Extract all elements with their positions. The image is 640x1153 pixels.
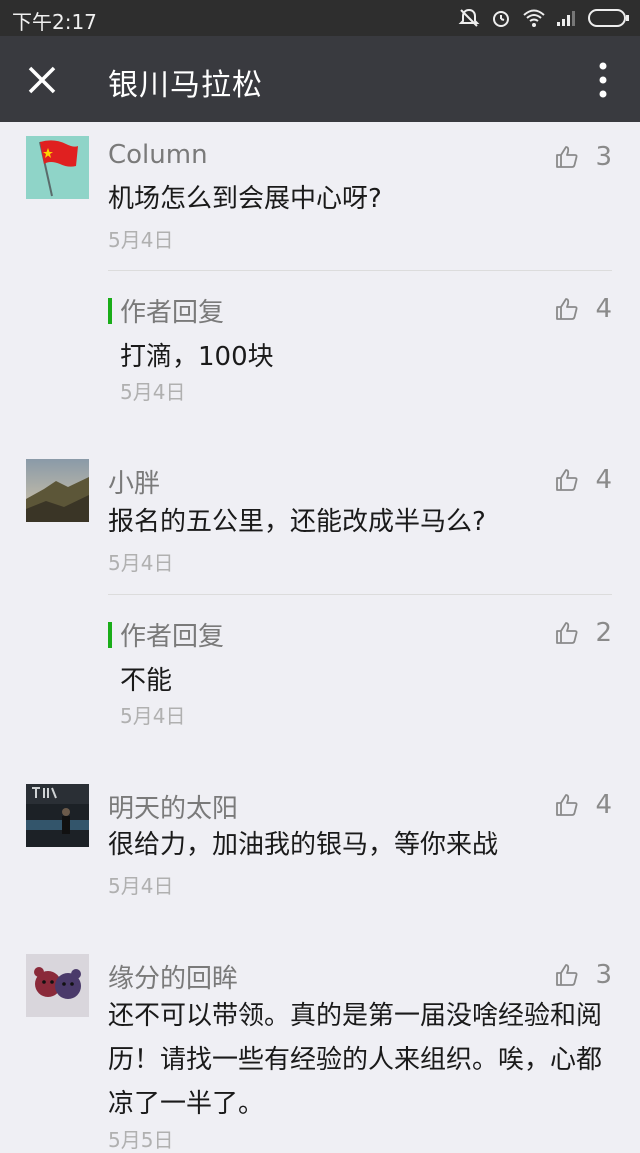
- mountain-avatar-icon: [26, 459, 89, 522]
- like-count: 3: [595, 142, 612, 172]
- reply-label: 作者回复: [108, 292, 224, 329]
- reply-label-text: 作者回复: [120, 298, 225, 328]
- reply-label: 作者回复: [108, 616, 224, 653]
- like-button[interactable]: 4: [555, 790, 612, 820]
- status-time: 下午2:17: [12, 10, 97, 34]
- divider: [108, 270, 612, 271]
- avatar[interactable]: [26, 784, 89, 847]
- page-title: 银川马拉松: [108, 68, 263, 103]
- thumbs-up-icon: [556, 298, 578, 320]
- avatar[interactable]: [26, 954, 89, 1017]
- reply-accent-bar: [108, 297, 112, 324]
- more-menu-button[interactable]: [588, 58, 618, 102]
- comment-date: 5月4日: [108, 228, 174, 252]
- thumbs-up-icon: [556, 964, 578, 986]
- wifi-icon: [523, 9, 545, 27]
- alarm-icon: [493, 11, 509, 27]
- divider: [108, 594, 612, 595]
- comment-date: 5月4日: [108, 874, 174, 898]
- like-button[interactable]: 4: [555, 465, 612, 495]
- photo-avatar-icon: [26, 784, 89, 847]
- comment-text: 报名的五公里，还能改成半马么?: [108, 507, 486, 537]
- like-count: 4: [595, 294, 612, 324]
- like-count: 2: [595, 618, 612, 648]
- like-button[interactable]: 3: [555, 142, 612, 172]
- comment-date: 5月5日: [108, 1128, 174, 1152]
- mute-notification-icon: [458, 8, 480, 27]
- more-vertical-icon: [599, 62, 607, 98]
- reply-label-text: 作者回复: [120, 622, 225, 652]
- status-bar: 下午2:17: [0, 0, 640, 36]
- title-bar: 银川马拉松: [0, 36, 640, 122]
- comment-author[interactable]: 明天的太阳: [108, 788, 238, 825]
- like-button[interactable]: 3: [555, 960, 612, 990]
- avatar[interactable]: [26, 459, 89, 522]
- comment-text: 很给力，加油我的银马，等你来战: [108, 830, 499, 860]
- battery-icon: [588, 9, 629, 27]
- reply-like-button[interactable]: 2: [555, 618, 612, 648]
- reply-accent-bar: [108, 621, 112, 648]
- signal-icon: [557, 11, 575, 26]
- reply-date: 5月4日: [120, 704, 186, 728]
- thumbs-up-icon: [556, 146, 578, 168]
- status-icons: [458, 7, 630, 29]
- avatar[interactable]: [26, 136, 89, 199]
- close-icon: [28, 66, 56, 94]
- comment-date: 5月4日: [108, 551, 174, 575]
- teddy-bear-avatar-icon: [26, 954, 89, 1017]
- comment-text: 还不可以带领。真的是第一届没啥经验和阅历！请找一些有经验的人来组织。唉，心都凉了…: [108, 1001, 603, 1119]
- reply-text: 不能: [120, 666, 173, 696]
- comment-text: 机场怎么到会展中心呀?: [108, 184, 382, 214]
- thumbs-up-icon: [556, 794, 578, 816]
- comment-author[interactable]: 缘分的回眸: [108, 958, 238, 995]
- thumbs-up-icon: [556, 622, 578, 644]
- reply-like-button[interactable]: 4: [555, 294, 612, 324]
- reply-date: 5月4日: [120, 380, 186, 404]
- close-button[interactable]: [18, 56, 66, 104]
- like-count: 4: [595, 465, 612, 495]
- like-count: 3: [595, 960, 612, 990]
- thumbs-up-icon: [556, 469, 578, 491]
- comment-author[interactable]: 小胖: [108, 463, 160, 500]
- reply-text: 打滴，100块: [120, 342, 274, 372]
- flag-avatar-icon: [26, 136, 89, 199]
- like-count: 4: [595, 790, 612, 820]
- comment-author[interactable]: Column: [108, 140, 208, 170]
